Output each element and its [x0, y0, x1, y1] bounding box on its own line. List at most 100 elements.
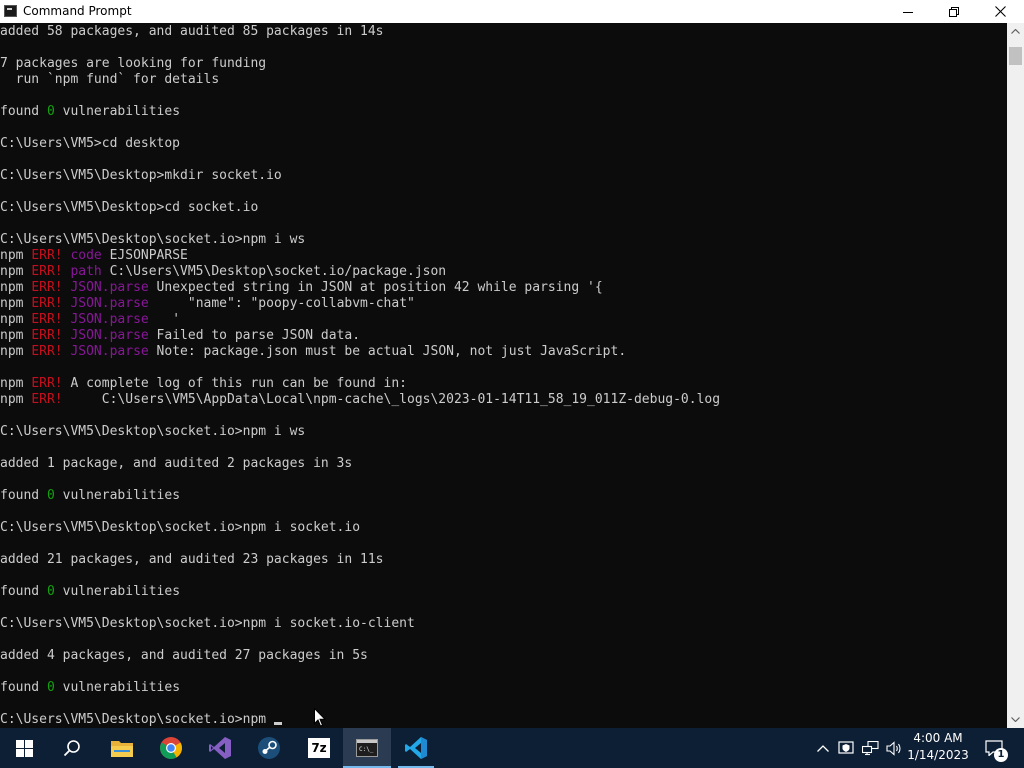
console-token-red: ERR! — [31, 312, 63, 327]
console-line: C:\Users\VM5\Desktop\socket.io>npm i soc… — [0, 616, 1007, 632]
console-text: C:\Users\VM5\Desktop>cd socket.io — [0, 200, 259, 215]
console-token-red: ERR! — [31, 392, 63, 407]
taskbar-steam[interactable] — [245, 728, 293, 768]
restore-button[interactable] — [931, 0, 977, 23]
console-line: npm ERR! JSON.parse Note: package.json m… — [0, 344, 1007, 360]
vscode-icon — [405, 737, 427, 759]
console-line: C:\Users\VM5\Desktop\socket.io>npm — [0, 712, 1007, 728]
console-text: A complete log of this run can be found … — [62, 376, 407, 391]
volume-icon — [885, 740, 901, 756]
start-button[interactable] — [0, 728, 48, 768]
scroll-up-button[interactable] — [1007, 23, 1024, 40]
console-output[interactable]: added 58 packages, and audited 85 packag… — [0, 23, 1007, 728]
close-button[interactable] — [977, 0, 1023, 23]
console-text: C:\Users\VM5\Desktop\socket.io>npm i ws — [0, 232, 306, 247]
restore-icon — [949, 6, 959, 17]
folder-icon — [111, 741, 133, 757]
taskbar-clock[interactable]: 4:00 AM 1/14/2023 — [906, 730, 970, 766]
tray-security[interactable] — [836, 728, 856, 768]
console-token-grn: 0 — [46, 680, 55, 695]
console-line: npm ERR! JSON.parse "name": "poopy-colla… — [0, 296, 1007, 312]
console-line: C:\Users\VM5\Desktop\socket.io>npm i soc… — [0, 520, 1007, 536]
console-text: C:\Users\VM5\Desktop\socket.io>npm i ws — [0, 424, 306, 439]
chevron-up-icon — [1011, 29, 1020, 34]
console-text: added 4 packages, and audited 27 package… — [0, 648, 368, 663]
console-text: 7 packages are looking for funding — [0, 56, 267, 71]
console-token-mag: path — [70, 264, 102, 279]
console-text: C:\Users\VM5\AppData\Local\npm-cache\_lo… — [62, 392, 721, 407]
clock-time: 4:00 AM — [913, 731, 963, 745]
console-text: ' — [148, 312, 181, 327]
minimize-button[interactable] — [885, 0, 931, 23]
console-token-red: ERR! — [31, 296, 63, 311]
security-icon — [838, 741, 854, 754]
console-token-grn: 0 — [46, 488, 55, 503]
close-icon — [994, 6, 1006, 17]
console-line: npm ERR! JSON.parse Unexpected string in… — [0, 280, 1007, 296]
vertical-scrollbar[interactable] — [1007, 23, 1024, 728]
title-bar[interactable]: Command Prompt — [0, 0, 1024, 23]
console-text: vulnerabilities — [54, 104, 181, 119]
taskbar-file-explorer[interactable] — [98, 728, 146, 768]
console-text: C:\Users\VM5\Desktop\socket.io>npm i soc… — [0, 616, 415, 631]
minimize-icon — [903, 11, 913, 13]
console-line: found 0 vulnerabilities — [0, 488, 1007, 504]
windows-logo-icon — [15, 739, 33, 757]
console-text: found — [0, 488, 47, 503]
search-button[interactable] — [48, 728, 96, 768]
tray-volume[interactable] — [884, 728, 904, 768]
console-text: npm — [0, 280, 32, 295]
console-text: C:\Users\VM5\Desktop>mkdir socket.io — [0, 168, 282, 183]
cmd-icon: C:\_ — [356, 739, 378, 757]
console-text: npm — [0, 344, 32, 359]
console-token-mag: JSON.parse — [70, 296, 149, 311]
console-line: added 1 package, and audited 2 packages … — [0, 456, 1007, 472]
console-token-grn: 0 — [46, 584, 55, 599]
window-title: Command Prompt — [23, 4, 132, 18]
taskbar-visual-studio[interactable] — [196, 728, 244, 768]
console-text: npm — [0, 296, 32, 311]
console-token-red: ERR! — [31, 328, 63, 343]
console-lines: added 58 packages, and audited 85 packag… — [0, 24, 1007, 728]
console-text: C:\Users\VM5\Desktop\socket.io>npm — [0, 712, 274, 727]
tray-network[interactable] — [860, 728, 880, 768]
console-text: found — [0, 584, 47, 599]
console-token-mag: JSON.parse — [70, 344, 149, 359]
taskbar-chrome[interactable] — [147, 728, 195, 768]
console-line: added 4 packages, and audited 27 package… — [0, 648, 1007, 664]
console-text: npm — [0, 248, 32, 263]
taskbar-7zip[interactable]: 7z — [295, 728, 343, 768]
console-line: 7 packages are looking for funding — [0, 56, 1007, 72]
console-token-red: ERR! — [31, 344, 63, 359]
7zip-icon: 7z — [308, 738, 330, 758]
taskbar-command-prompt[interactable]: C:\_ — [343, 728, 391, 768]
cmd-icon — [4, 5, 17, 17]
scroll-thumb[interactable] — [1009, 47, 1022, 65]
svg-text:C:\_: C:\_ — [359, 746, 374, 753]
show-hidden-icons-button[interactable] — [814, 728, 832, 768]
console-text: npm — [0, 328, 32, 343]
steam-icon — [258, 737, 280, 759]
console-text: npm — [0, 312, 32, 327]
console-line: npm ERR! A complete log of this run can … — [0, 376, 1007, 392]
mouse-pointer-icon — [314, 708, 326, 727]
scroll-down-button[interactable] — [1007, 711, 1024, 728]
console-text: vulnerabilities — [54, 680, 181, 695]
console-line: found 0 vulnerabilities — [0, 104, 1007, 120]
console-line: found 0 vulnerabilities — [0, 680, 1007, 696]
console-text: Note: package.json must be actual JSON, … — [148, 344, 627, 359]
console-text: added 21 packages, and audited 23 packag… — [0, 552, 384, 567]
console-text: C:\Users\VM5\Desktop\socket.io>npm i soc… — [0, 520, 361, 535]
taskbar-vscode[interactable] — [392, 728, 440, 768]
console-text: found — [0, 104, 47, 119]
